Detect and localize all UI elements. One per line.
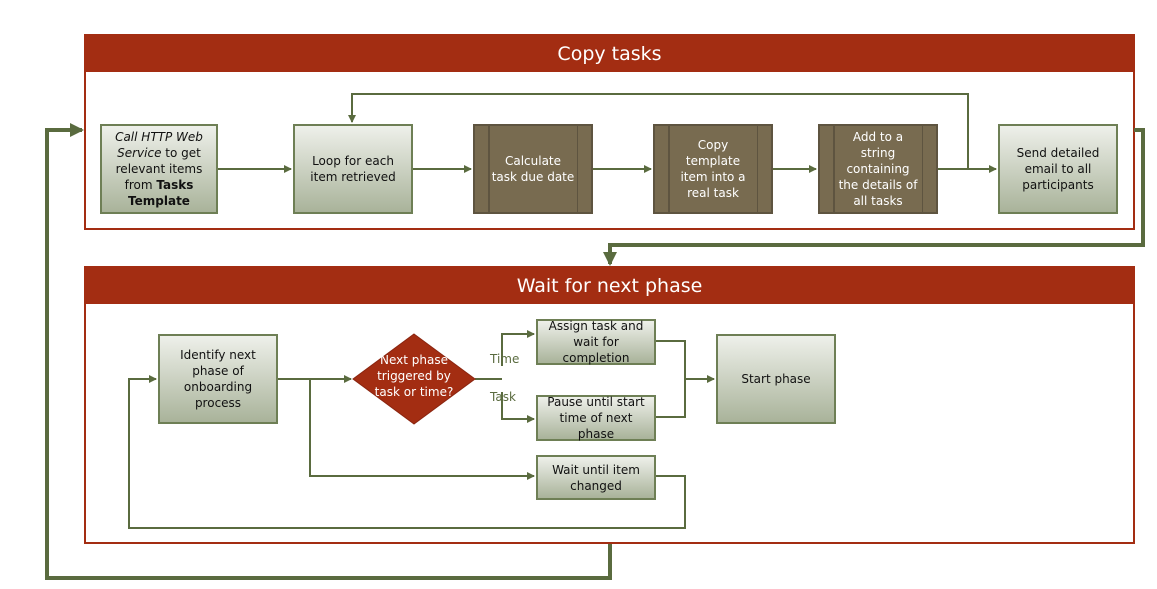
time-label: Time (490, 352, 520, 366)
send-email-step: Send detailed email to all participants (998, 124, 1118, 214)
decision-text: Next phase triggered by task or time? (374, 353, 454, 399)
start-phase-step: Start phase (716, 334, 836, 424)
loop-step: Loop for each item retrieved (293, 124, 413, 214)
pause-until-start-step: Pause until start time of next phase (536, 395, 656, 441)
wait-until-changed-step: Wait until item changed (536, 455, 656, 500)
copy-template-step: Copy template item into a real task (653, 124, 773, 214)
add-to-string-step: Add to a string containing the details o… (818, 124, 938, 214)
call-http-web-service-step: Call HTTP Web Service to get relevant it… (100, 124, 218, 214)
identify-next-phase-step: Identify next phase of onboarding proces… (158, 334, 278, 424)
assign-task-step: Assign task and wait for completion (536, 319, 656, 365)
calculate-due-date-step: Calculate task due date (473, 124, 593, 214)
task-label: Task (490, 390, 516, 404)
connectors (45, 93, 1145, 580)
